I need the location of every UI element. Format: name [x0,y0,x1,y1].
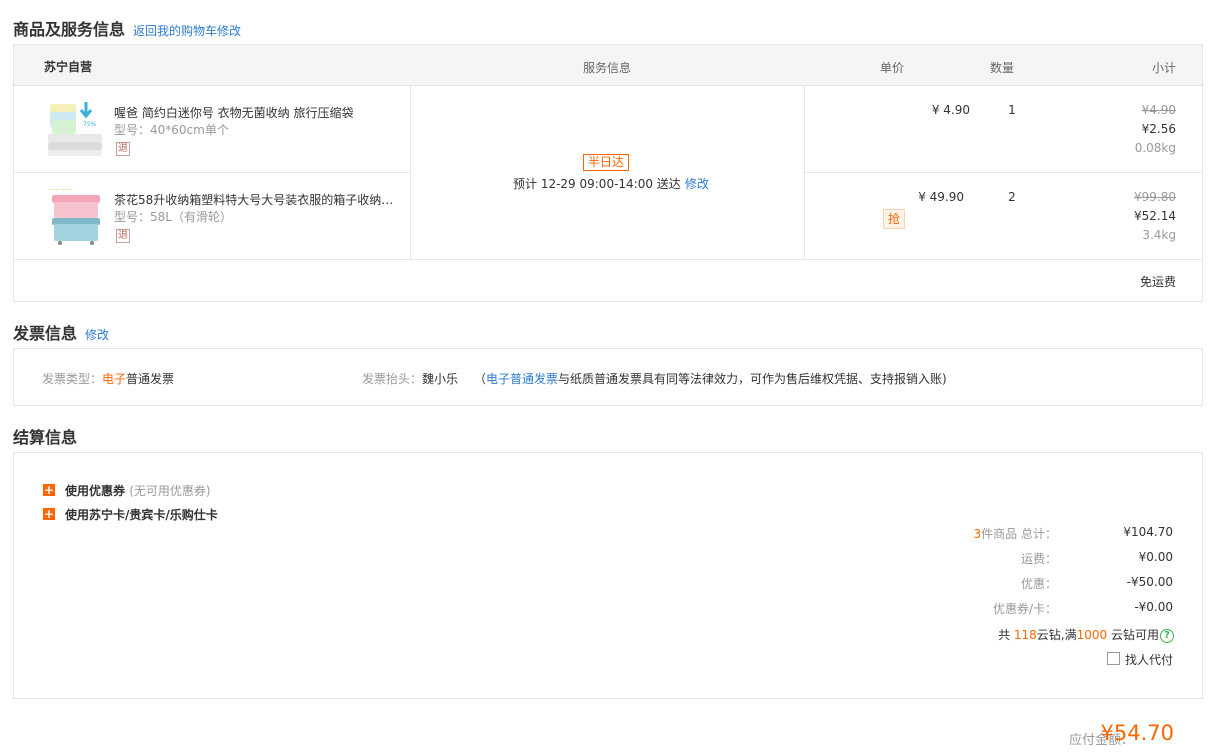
price-column: ¥ 4.90 1 ¥4.90 ¥2.56 0.08kg ¥ 49.90 抢 2 … [805,86,1202,259]
goods-total-label: 3件商品 总计： [973,527,1057,541]
modify-invoice-link[interactable]: 修改 [85,328,109,342]
service-column: 半日达 预计 12-29 09:00-14:00 送达 修改 [411,86,805,259]
price-row: ¥ 49.90 抢 2 ¥99.80 ¥52.14 3.4kg [805,173,1202,259]
modify-delivery-link[interactable]: 修改 [685,177,709,191]
product-name[interactable]: 茶花58升收纳箱塑料特大号大号装衣服的箱子收纳箱有盖衣服被子整理储物箱 [114,191,399,208]
product-spec: 型号：58L（有滑轮） [114,210,232,224]
invoice-type: 发票类型：电子普通发票 [42,372,175,386]
expand-plus-icon[interactable]: + [43,484,55,496]
use-coupon-option[interactable]: 使用优惠券 (无可用优惠券) [65,482,211,499]
return-badge: 退 [116,142,130,156]
product-image-storage-box[interactable]: — — — — [46,185,106,245]
help-question-icon[interactable]: ? [1160,628,1174,643]
freight-value: ¥0.00 [1138,550,1173,564]
store-name: 苏宁自营 [44,60,93,74]
product-column: 75% 喔爸 简约白迷你号 衣物无菌收纳 旅行压缩袋 型号：40*60cm单个 … [14,86,411,259]
product-row: 75% 喔爸 简约白迷你号 衣物无菌收纳 旅行压缩袋 型号：40*60cm单个 … [14,86,411,172]
subtotal: ¥52.14 [1134,209,1176,223]
discount-value: -¥50.00 [1126,575,1173,589]
order-table-header: 苏宁自营 服务信息 单价 数量 小计 [14,45,1202,86]
use-card-option[interactable]: 使用苏宁卡/贵宾卡/乐购仕卡 [65,506,218,523]
order-footer: 免运费 [14,259,1202,302]
invoice-header: 发票抬头：魏小乐 [362,372,459,386]
return-badge: 退 [116,229,130,243]
header-service: 服务信息 [583,61,632,75]
coupon-card-value: -¥0.00 [1134,600,1173,614]
yunzuan-info: 共 118云钻,满1000 云钻可用? [998,626,1174,643]
discount-label: 优惠： [1020,577,1057,591]
svg-text:75%: 75% [83,121,97,128]
price-row: ¥ 4.90 1 ¥4.90 ¥2.56 0.08kg [805,86,1202,172]
back-to-cart-link[interactable]: 返回我的购物车修改 [133,24,241,38]
original-subtotal: ¥99.80 [1134,190,1176,204]
expand-plus-icon[interactable]: + [43,508,55,520]
product-spec: 型号：40*60cm单个 [114,123,229,137]
subtotal: ¥2.56 [1141,122,1176,136]
payable-amount: ¥54.70 [1100,721,1174,745]
half-day-delivery-badge: 半日达 [583,154,630,171]
settlement-section-title: 结算信息 [13,428,78,447]
freight-label: 运费： [1020,552,1057,566]
quantity: 2 [1008,190,1016,204]
unit-price: ¥ 4.90 [931,103,970,117]
flash-sale-badge: 抢 [883,209,905,229]
invoice-header-value: 魏小乐 [422,372,459,386]
invoice-box: 发票类型：电子普通发票 发票抬头：魏小乐 （电子普通发票与纸质普通发票具有同等法… [13,348,1203,406]
svg-text:— — — —: — — — — [48,187,73,193]
invoice-note: （电子普通发票与纸质普通发票具有同等法律效力，可作为售后维权凭据、支持报销入账) [474,372,947,386]
order-table: 苏宁自营 服务信息 单价 数量 小计 75% 喔爸 简约白迷你号 衣物无菌收纳 … [13,44,1203,302]
header-unit-price: 单价 [880,61,905,75]
settlement-box: + 使用优惠券 (无可用优惠券) + 使用苏宁卡/贵宾卡/乐购仕卡 3件商品 总… [13,452,1203,699]
original-subtotal: ¥4.90 [1141,103,1176,117]
header-subtotal: 小计 [1152,61,1177,75]
free-shipping-note: 免运费 [1139,275,1176,289]
delivery-estimate: 预计 12-29 09:00-14:00 送达 修改 [513,177,709,191]
quantity: 1 [1008,103,1016,117]
product-row: — — — — 茶花58升收纳箱塑料特大号大号装衣服的箱子收纳箱有盖衣服被子整理… [14,173,411,259]
proxy-pay-checkbox[interactable] [1107,652,1120,665]
weight: 3.4kg [1142,228,1176,242]
product-image-compress-bag[interactable]: 75% [46,98,106,158]
product-name[interactable]: 喔爸 简约白迷你号 衣物无菌收纳 旅行压缩袋 [114,104,399,121]
invoice-section-title: 发票信息 修改 [13,324,110,343]
goods-total-value: ¥104.70 [1123,525,1173,539]
coupon-card-label: 优惠券/卡： [992,602,1057,616]
e-invoice-link[interactable]: 电子普通发票 [486,372,558,386]
weight: 0.08kg [1134,141,1176,155]
header-quantity: 数量 [990,61,1015,75]
goods-section-title: 商品及服务信息 返回我的购物车修改 [13,20,242,39]
unit-price: ¥ 49.90 [918,190,964,204]
proxy-pay-label[interactable]: 找人代付 [1125,651,1173,668]
